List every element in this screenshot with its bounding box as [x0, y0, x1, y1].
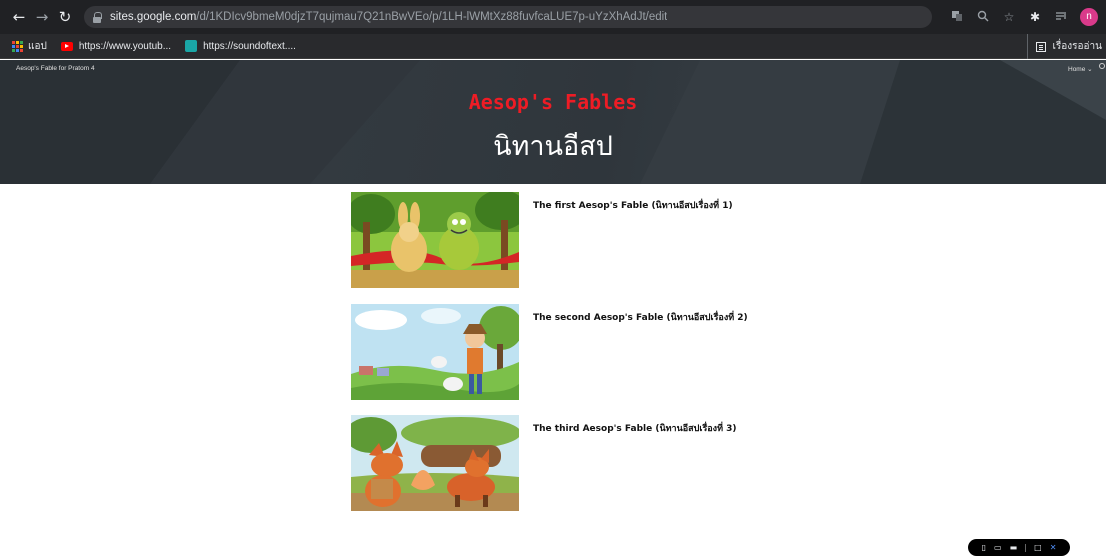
- back-icon[interactable]: ←: [9, 7, 29, 27]
- media-icon[interactable]: [1048, 10, 1074, 25]
- reading-list-button[interactable]: เรื่องรออ่าน: [1027, 34, 1102, 59]
- search-icon[interactable]: [1099, 63, 1105, 69]
- page-subtitle: นิทานอีสป: [493, 131, 613, 162]
- browser-toolbar: ← → ↻ sites.google.com/d/1KDIcv9bmeM0djz…: [0, 0, 1106, 34]
- url-host: sites.google.com: [110, 11, 197, 23]
- preview-mini-toolbar: ▯ ▭ ▬ □ ✕: [968, 539, 1070, 556]
- reading-list-label: เรื่องรออ่าน: [1052, 41, 1102, 52]
- fable-title[interactable]: The first Aesop's Fable (นิทานอีสปเรื่อง…: [533, 198, 733, 212]
- fable-title[interactable]: The second Aesop's Fable (นิทานอีสปเรื่อ…: [533, 310, 748, 324]
- bookmark-label: แอป: [28, 40, 47, 52]
- youtube-icon: [60, 41, 73, 51]
- bookmark-soundoftext[interactable]: https://soundoftext....: [185, 40, 296, 52]
- fable-title[interactable]: The third Aesop's Fable (นิทานอีสปเรื่อง…: [533, 421, 737, 435]
- apps-icon: [12, 40, 23, 52]
- site-name-link[interactable]: Aesop's Fable for Pratom 4: [16, 65, 95, 72]
- bookmark-label: https://soundoftext....: [203, 40, 296, 52]
- site-header-banner: Aesop's Fable for Pratom 4 Home ⌄ Aesop'…: [0, 60, 1106, 184]
- tortoise-and-hare-image[interactable]: [351, 192, 519, 288]
- bookmark-label: https://www.youtub...: [78, 40, 172, 52]
- chevron-down-icon: ⌄: [1087, 66, 1093, 73]
- toolbar-actions: ☆ ✱ n ⋮: [944, 0, 1106, 34]
- phone-preview-icon[interactable]: ▯: [982, 543, 986, 552]
- divider: [1025, 543, 1027, 552]
- page-title: Aesop's Fables: [468, 90, 638, 114]
- forward-icon[interactable]: →: [32, 7, 52, 27]
- tablet-preview-icon[interactable]: ▭: [994, 543, 1002, 552]
- translate-icon[interactable]: [944, 10, 970, 25]
- address-bar[interactable]: sites.google.com/d/1KDIcv9bmeM0djzT7qujm…: [84, 6, 932, 28]
- zoom-icon[interactable]: [970, 10, 996, 25]
- bookmark-apps[interactable]: แอป: [0, 39, 47, 54]
- url-path: /d/1KDIcv9bmeM0djzT7qujmau7Q21nBwVEo/p/1…: [196, 11, 668, 23]
- comment-icon[interactable]: □: [1034, 543, 1042, 552]
- soundoftext-icon: [185, 40, 198, 52]
- bookmark-youtube[interactable]: https://www.youtub...: [60, 40, 172, 52]
- shepherd-boy-image[interactable]: [351, 304, 519, 400]
- two-foxes-image[interactable]: [351, 415, 519, 511]
- profile-avatar[interactable]: n: [1080, 8, 1098, 26]
- reload-icon[interactable]: ↻: [55, 7, 75, 27]
- desktop-preview-icon[interactable]: ▬: [1010, 543, 1018, 552]
- close-icon[interactable]: ✕: [1050, 543, 1057, 552]
- url-text[interactable]: sites.google.com/d/1KDIcv9bmeM0djzT7qujm…: [110, 11, 667, 23]
- bookmarks-bar: แอป https://www.youtub... https://soundo…: [0, 34, 1106, 59]
- nav-home[interactable]: Home ⌄: [1068, 65, 1093, 73]
- reading-list-icon: [1036, 41, 1047, 52]
- extensions-icon[interactable]: ✱: [1022, 10, 1048, 24]
- lock-icon[interactable]: [92, 11, 102, 23]
- star-icon[interactable]: ☆: [996, 10, 1022, 24]
- nav-home-label: Home: [1068, 66, 1086, 73]
